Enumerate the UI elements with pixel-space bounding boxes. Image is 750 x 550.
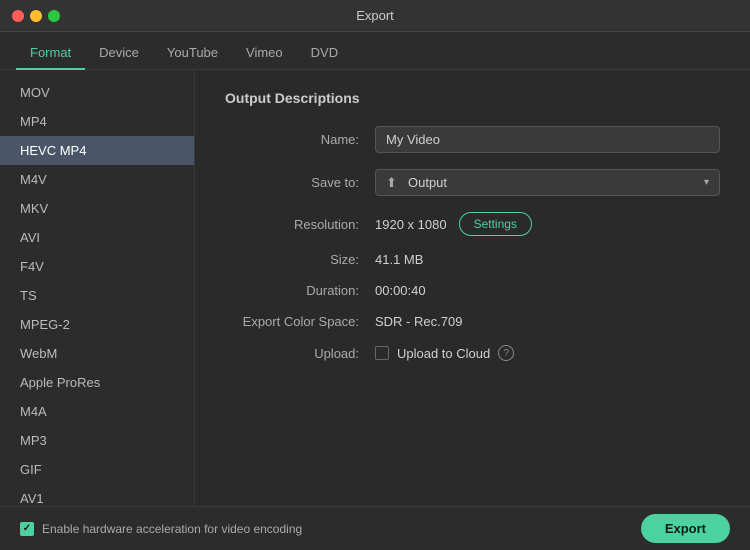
window-title: Export: [356, 8, 394, 23]
name-label: Name:: [225, 132, 375, 147]
tab-device[interactable]: Device: [85, 37, 153, 70]
sidebar-item-av1[interactable]: AV1: [0, 484, 194, 506]
minimize-button[interactable]: [30, 10, 42, 22]
sidebar-item-mpeg2[interactable]: MPEG-2: [0, 310, 194, 339]
sidebar-item-apple-prores[interactable]: Apple ProRes: [0, 368, 194, 397]
tab-dvd[interactable]: DVD: [297, 37, 352, 70]
save-to-select[interactable]: ⬆ Output ▾: [375, 169, 720, 196]
close-button[interactable]: [12, 10, 24, 22]
sidebar-item-gif[interactable]: GIF: [0, 455, 194, 484]
hw-acceleration-label: Enable hardware acceleration for video e…: [42, 522, 302, 536]
sidebar-item-m4a[interactable]: M4A: [0, 397, 194, 426]
format-sidebar: MOV MP4 HEVC MP4 M4V MKV AVI F4V TS MPEG…: [0, 70, 195, 506]
size-label: Size:: [225, 252, 375, 267]
name-input[interactable]: [375, 126, 720, 153]
sidebar-item-mp4[interactable]: MP4: [0, 107, 194, 136]
upload-field-row: Upload: Upload to Cloud ?: [225, 345, 720, 361]
content-area: Output Descriptions Name: Save to: ⬆ Out…: [195, 70, 750, 506]
name-field-row: Name:: [225, 126, 720, 153]
upload-label: Upload:: [225, 346, 375, 361]
help-icon[interactable]: ?: [498, 345, 514, 361]
maximize-button[interactable]: [48, 10, 60, 22]
sidebar-item-webm[interactable]: WebM: [0, 339, 194, 368]
color-space-label: Export Color Space:: [225, 314, 375, 329]
title-bar: Export: [0, 0, 750, 32]
tab-vimeo[interactable]: Vimeo: [232, 37, 297, 70]
section-title: Output Descriptions: [225, 90, 720, 106]
resolution-row: 1920 x 1080 Settings: [375, 212, 532, 236]
main-layout: MOV MP4 HEVC MP4 M4V MKV AVI F4V TS MPEG…: [0, 70, 750, 506]
hw-acceleration-row: ✓ Enable hardware acceleration for video…: [20, 522, 302, 536]
sidebar-item-mp3[interactable]: MP3: [0, 426, 194, 455]
export-button[interactable]: Export: [641, 514, 730, 543]
resolution-value: 1920 x 1080: [375, 217, 447, 232]
upload-to-cloud-checkbox[interactable]: [375, 346, 389, 360]
sidebar-item-f4v[interactable]: F4V: [0, 252, 194, 281]
upload-to-cloud-label: Upload to Cloud: [397, 346, 490, 361]
sidebar-item-ts[interactable]: TS: [0, 281, 194, 310]
upload-icon: ⬆: [386, 175, 397, 191]
save-to-field-row: Save to: ⬆ Output ▾: [225, 169, 720, 196]
save-to-label: Save to:: [225, 175, 375, 190]
tab-format[interactable]: Format: [16, 37, 85, 70]
resolution-field-row: Resolution: 1920 x 1080 Settings: [225, 212, 720, 236]
duration-value: 00:00:40: [375, 283, 720, 298]
tab-bar: Format Device YouTube Vimeo DVD: [0, 32, 750, 70]
duration-field-row: Duration: 00:00:40: [225, 283, 720, 298]
duration-label: Duration:: [225, 283, 375, 298]
hw-acceleration-checkbox[interactable]: ✓: [20, 522, 34, 536]
color-space-value: SDR - Rec.709: [375, 314, 720, 329]
sidebar-item-hevc-mp4[interactable]: HEVC MP4: [0, 136, 194, 165]
resolution-label: Resolution:: [225, 217, 375, 232]
save-to-value: Output: [408, 175, 447, 190]
bottom-bar: ✓ Enable hardware acceleration for video…: [0, 506, 750, 550]
chevron-down-icon: ▾: [704, 177, 709, 188]
tab-youtube[interactable]: YouTube: [153, 37, 232, 70]
sidebar-item-mov[interactable]: MOV: [0, 78, 194, 107]
color-space-field-row: Export Color Space: SDR - Rec.709: [225, 314, 720, 329]
settings-button[interactable]: Settings: [459, 212, 532, 236]
sidebar-item-mkv[interactable]: MKV: [0, 194, 194, 223]
traffic-lights: [12, 10, 60, 22]
check-mark-icon: ✓: [23, 523, 31, 534]
sidebar-item-avi[interactable]: AVI: [0, 223, 194, 252]
size-field-row: Size: 41.1 MB: [225, 252, 720, 267]
size-value: 41.1 MB: [375, 252, 720, 267]
sidebar-item-m4v[interactable]: M4V: [0, 165, 194, 194]
upload-row: Upload to Cloud ?: [375, 345, 514, 361]
